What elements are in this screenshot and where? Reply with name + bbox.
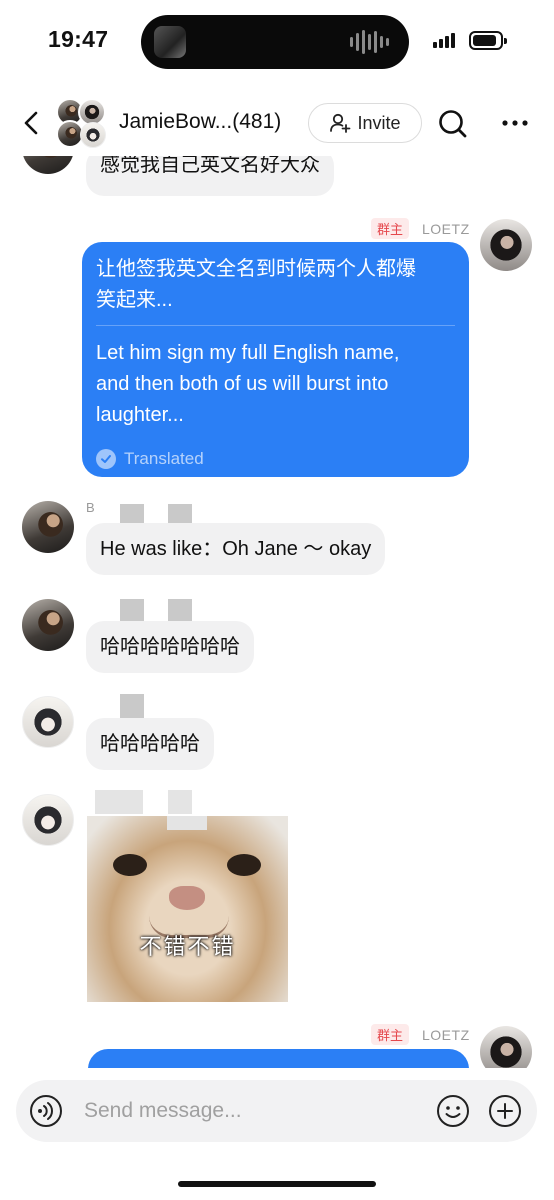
redacted-name	[120, 694, 144, 718]
redacted-name	[168, 599, 192, 623]
translated-text: Let him sign my full English name, and t…	[96, 342, 400, 426]
check-circle-icon	[96, 448, 116, 469]
redacted-name	[120, 599, 144, 623]
message-input[interactable]	[84, 1096, 414, 1126]
translated-status: Translated	[96, 443, 204, 474]
own-avatar[interactable]	[480, 1026, 532, 1068]
message-text: 哈哈哈哈哈	[100, 733, 200, 755]
translation-divider	[96, 325, 455, 326]
cat-eye	[113, 854, 147, 876]
group-title[interactable]: JamieBow...(481)	[119, 110, 281, 134]
redacted-name	[168, 790, 192, 814]
sender-avatar[interactable]	[22, 501, 74, 553]
home-indicator	[178, 1181, 376, 1187]
battery-icon	[469, 31, 507, 50]
message-text: He was like：Oh Jane ～ okay	[100, 538, 372, 560]
signal-icon	[433, 33, 455, 48]
redacted-name	[167, 816, 207, 830]
composer	[16, 1080, 537, 1142]
audio-wave-icon	[350, 30, 389, 54]
cat-eye	[227, 854, 261, 876]
sender-avatar[interactable]	[22, 794, 74, 846]
group-avatar[interactable]	[56, 98, 108, 150]
member-avatar	[80, 122, 106, 148]
message-bubble-outgoing[interactable]: 让他签我英文全名到时候两个人都爆 笑起来... Let him sign my …	[82, 242, 469, 477]
sender-avatar[interactable]	[22, 156, 74, 174]
search-icon[interactable]	[437, 108, 469, 140]
now-playing-thumbnail	[154, 26, 186, 58]
sender-avatar[interactable]	[22, 696, 74, 748]
sticker-caption: 不错不错	[139, 934, 236, 959]
voice-input-icon[interactable]	[29, 1094, 63, 1128]
message-bubble[interactable]: 哈哈哈哈哈	[86, 718, 214, 770]
sender-avatar[interactable]	[22, 599, 74, 651]
sender-name: B	[86, 500, 95, 515]
invite-button[interactable]: Invite	[308, 103, 422, 143]
sender-name: LOETZ	[422, 1027, 470, 1043]
cat-sticker[interactable]: 不错不错	[87, 816, 288, 1002]
cat-nose	[169, 886, 205, 910]
redacted-name	[95, 790, 143, 814]
message-bubble[interactable]: 哈哈哈哈哈哈哈	[86, 621, 254, 673]
add-user-icon	[330, 113, 351, 133]
own-avatar[interactable]	[480, 219, 532, 271]
message-bubble-outgoing[interactable]	[88, 1049, 469, 1068]
emoji-icon[interactable]	[436, 1094, 470, 1128]
message-bubble[interactable]: 感觉我自己英文名好大众	[86, 156, 334, 196]
status-bar: 19:47	[0, 0, 554, 84]
dynamic-island	[141, 15, 409, 69]
original-text: 让他签我英文全名到时候两个人都爆 笑起来...	[96, 258, 416, 311]
message-text: 感觉我自己英文名好大众	[100, 156, 320, 176]
message-text: 哈哈哈哈哈哈哈	[100, 636, 240, 658]
add-attachment-icon[interactable]	[488, 1094, 522, 1128]
invite-label: Invite	[357, 112, 401, 133]
translated-label: Translated	[124, 449, 204, 468]
more-icon[interactable]	[501, 118, 529, 128]
owner-badge: 群主	[371, 218, 410, 239]
sender-name: LOETZ	[422, 221, 470, 237]
chat-header: JamieBow...(481) Invite	[0, 92, 554, 156]
message-bubble[interactable]: He was like：Oh Jane ～ okay	[86, 523, 386, 575]
back-icon[interactable]	[18, 108, 46, 138]
owner-badge: 群主	[371, 1024, 410, 1045]
status-time: 19:47	[48, 26, 109, 52]
message-list[interactable]: 感觉我自己英文名好大众 群主 LOETZ 让他签我英文全名到时候两个人都爆 笑起…	[0, 156, 554, 1068]
